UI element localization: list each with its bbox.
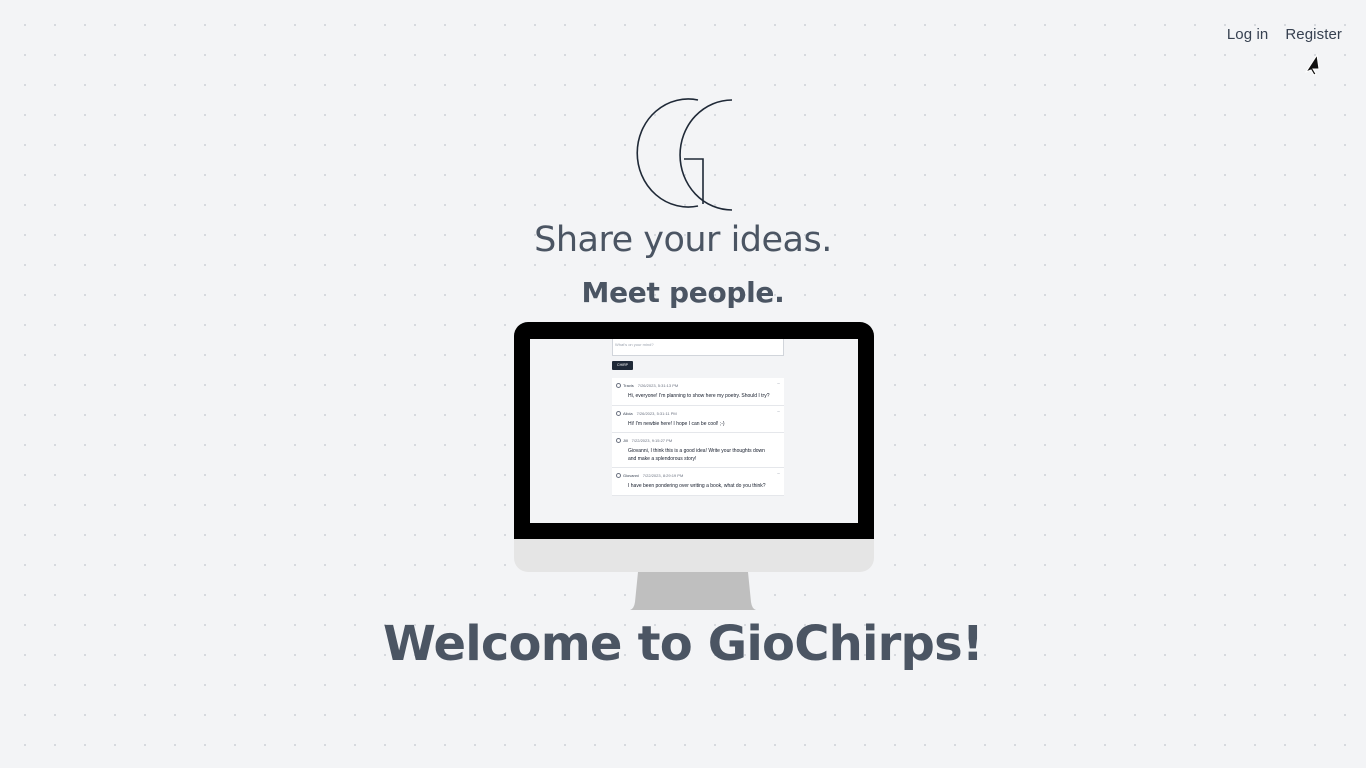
chat-bubble-icon: [616, 383, 621, 388]
monitor-chin: [514, 539, 874, 572]
more-options-icon: ···: [777, 381, 780, 387]
welcome-heading: Welcome to GioChirps!: [383, 616, 984, 672]
chat-bubble-icon: [616, 438, 621, 443]
chat-bubble-icon: [616, 473, 621, 478]
preview-chirp-item: Travis 7/26/2023, 5:31:13 PM ··· Hi, ever…: [612, 378, 784, 406]
more-options-icon: ···: [777, 471, 780, 477]
chirp-date: 7/22/2023, 8:29:19 PM: [642, 473, 684, 478]
preview-chirp-button: CHIRP: [612, 361, 633, 370]
giochirps-logo-icon: [636, 98, 733, 211]
preview-chirp-input: What's on your mind?: [612, 339, 784, 356]
preview-screen: What's on your mind? CHIRP Travis 7/26/20…: [530, 339, 858, 523]
chirp-author: Giovanni: [623, 473, 639, 478]
top-nav: Log in Register: [1227, 26, 1342, 43]
preview-chirp-feed: Travis 7/26/2023, 5:31:13 PM ··· Hi, ever…: [612, 378, 784, 496]
mouse-cursor-icon: [1304, 53, 1320, 76]
chirp-author: Travis: [623, 383, 634, 388]
chat-bubble-icon: [616, 410, 621, 416]
chirp-text: Giovanni, I think this is a good idea! W…: [628, 448, 765, 462]
preview-chirp-item: Jill 7/22/2023, 9:15:27 PM Giovanni, I th…: [612, 433, 784, 468]
app-preview-monitor: What's on your mind? CHIRP Travis 7/26/20…: [514, 322, 874, 612]
chirp-date: 7/26/2023, 5:31:11 PM: [636, 410, 677, 416]
preview-chirp-item: Giovanni 7/22/2023, 8:29:19 PM ··· I have…: [612, 468, 784, 496]
chirp-author: Alicia: [623, 410, 633, 416]
monitor-bezel: What's on your mind? CHIRP Travis 7/26/20…: [514, 322, 874, 539]
chirp-date: 7/22/2023, 9:15:27 PM: [631, 438, 673, 443]
chirp-date: 7/26/2023, 5:31:13 PM: [637, 383, 679, 388]
preview-chirp-item: Alicia 7/26/2023, 5:31:11 PM ··· Hi! I'm …: [612, 406, 784, 433]
chirp-author: Jill: [623, 438, 628, 443]
tagline-share: Share your ideas.: [534, 220, 832, 260]
monitor-stand: [630, 572, 756, 610]
register-link[interactable]: Register: [1285, 26, 1342, 43]
tagline-meet: Meet people.: [581, 276, 785, 309]
chirp-text: Hi, everyone! I'm planning to show here …: [628, 393, 770, 399]
more-options-icon: ···: [777, 408, 780, 415]
chirp-text: Hi! I'm newbie here! I hope I can be coo…: [628, 420, 725, 427]
chirp-text: I have been pondering over writing a boo…: [628, 483, 766, 489]
login-link[interactable]: Log in: [1227, 26, 1268, 43]
